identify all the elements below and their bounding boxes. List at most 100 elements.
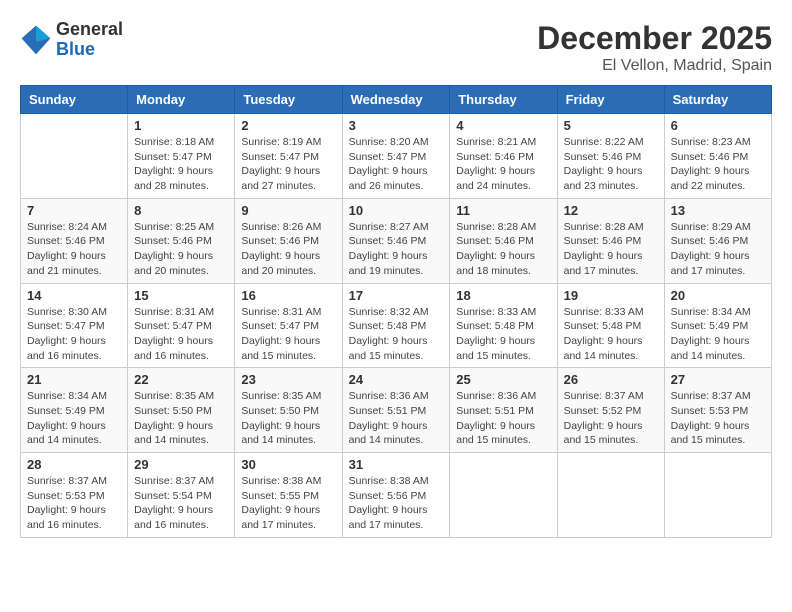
calendar-week-row: 1 Sunrise: 8:18 AM Sunset: 5:47 PM Daylig… — [21, 114, 772, 199]
day-number: 5 — [564, 118, 658, 133]
calendar-cell: 12 Sunrise: 8:28 AM Sunset: 5:46 PM Dayli… — [557, 198, 664, 283]
calendar-cell: 21Sunrise: 8:34 AM Sunset: 5:49 PM Dayli… — [21, 368, 128, 453]
calendar-header-thursday: Thursday — [450, 86, 557, 114]
calendar-week-row: 21Sunrise: 8:34 AM Sunset: 5:49 PM Dayli… — [21, 368, 772, 453]
calendar-cell: 8Sunrise: 8:25 AM Sunset: 5:46 PM Daylig… — [128, 198, 235, 283]
day-number: 21 — [27, 372, 121, 387]
day-number: 26 — [564, 372, 658, 387]
calendar-cell: 31 Sunrise: 8:38 AM Sunset: 5:56 PM Dayli… — [342, 453, 450, 538]
month-title: December 2025 — [537, 20, 772, 57]
day-info: Sunrise: 8:34 AM Sunset: 5:49 PM Dayligh… — [671, 305, 765, 364]
calendar-header-row: SundayMondayTuesdayWednesdayThursdayFrid… — [21, 86, 772, 114]
calendar-cell: 24Sunrise: 8:36 AM Sunset: 5:51 PM Dayli… — [342, 368, 450, 453]
calendar-cell: 19 Sunrise: 8:33 AM Sunset: 5:48 PM Dayli… — [557, 283, 664, 368]
day-number: 14 — [27, 288, 121, 303]
calendar-cell: 26 Sunrise: 8:37 AM Sunset: 5:52 PM Dayli… — [557, 368, 664, 453]
day-number: 31 — [349, 457, 444, 472]
calendar-cell — [21, 114, 128, 199]
calendar-cell: 6 Sunrise: 8:23 AM Sunset: 5:46 PM Daylig… — [664, 114, 771, 199]
day-number: 23 — [241, 372, 335, 387]
day-info: Sunrise: 8:19 AM Sunset: 5:47 PM Dayligh… — [241, 135, 335, 194]
calendar-cell: 20Sunrise: 8:34 AM Sunset: 5:49 PM Dayli… — [664, 283, 771, 368]
day-info: Sunrise: 8:24 AM Sunset: 5:46 PM Dayligh… — [27, 220, 121, 279]
day-number: 15 — [134, 288, 228, 303]
calendar-cell: 18 Sunrise: 8:33 AM Sunset: 5:48 PM Dayli… — [450, 283, 557, 368]
logo-line2: Blue — [56, 40, 123, 60]
day-number: 1 — [134, 118, 228, 133]
day-info: Sunrise: 8:33 AM Sunset: 5:48 PM Dayligh… — [456, 305, 550, 364]
calendar-cell: 1 Sunrise: 8:18 AM Sunset: 5:47 PM Daylig… — [128, 114, 235, 199]
calendar-cell: 22 Sunrise: 8:35 AM Sunset: 5:50 PM Dayli… — [128, 368, 235, 453]
day-info: Sunrise: 8:20 AM Sunset: 5:47 PM Dayligh… — [349, 135, 444, 194]
calendar-cell: 4Sunrise: 8:21 AM Sunset: 5:46 PM Daylig… — [450, 114, 557, 199]
calendar-header-saturday: Saturday — [664, 86, 771, 114]
day-info: Sunrise: 8:23 AM Sunset: 5:46 PM Dayligh… — [671, 135, 765, 194]
day-info: Sunrise: 8:28 AM Sunset: 5:46 PM Dayligh… — [564, 220, 658, 279]
day-info: Sunrise: 8:31 AM Sunset: 5:47 PM Dayligh… — [241, 305, 335, 364]
location-title: El Vellon, Madrid, Spain — [537, 57, 772, 75]
day-info: Sunrise: 8:37 AM Sunset: 5:53 PM Dayligh… — [27, 474, 121, 533]
day-number: 17 — [349, 288, 444, 303]
calendar-week-row: 7 Sunrise: 8:24 AM Sunset: 5:46 PM Daylig… — [21, 198, 772, 283]
calendar: SundayMondayTuesdayWednesdayThursdayFrid… — [20, 85, 772, 538]
calendar-header-tuesday: Tuesday — [235, 86, 342, 114]
header: General Blue December 2025 El Vellon, Ma… — [20, 20, 772, 75]
day-number: 4 — [456, 118, 550, 133]
day-info: Sunrise: 8:27 AM Sunset: 5:46 PM Dayligh… — [349, 220, 444, 279]
calendar-cell: 16 Sunrise: 8:31 AM Sunset: 5:47 PM Dayli… — [235, 283, 342, 368]
calendar-cell — [450, 453, 557, 538]
day-info: Sunrise: 8:38 AM Sunset: 5:55 PM Dayligh… — [241, 474, 335, 533]
day-number: 2 — [241, 118, 335, 133]
day-number: 27 — [671, 372, 765, 387]
day-number: 28 — [27, 457, 121, 472]
day-info: Sunrise: 8:29 AM Sunset: 5:46 PM Dayligh… — [671, 220, 765, 279]
day-info: Sunrise: 8:31 AM Sunset: 5:47 PM Dayligh… — [134, 305, 228, 364]
day-number: 19 — [564, 288, 658, 303]
calendar-cell: 23 Sunrise: 8:35 AM Sunset: 5:50 PM Dayli… — [235, 368, 342, 453]
calendar-cell: 13 Sunrise: 8:29 AM Sunset: 5:46 PM Dayli… — [664, 198, 771, 283]
day-info: Sunrise: 8:32 AM Sunset: 5:48 PM Dayligh… — [349, 305, 444, 364]
day-number: 3 — [349, 118, 444, 133]
day-info: Sunrise: 8:35 AM Sunset: 5:50 PM Dayligh… — [134, 389, 228, 448]
day-info: Sunrise: 8:37 AM Sunset: 5:54 PM Dayligh… — [134, 474, 228, 533]
day-number: 9 — [241, 203, 335, 218]
calendar-week-row: 14 Sunrise: 8:30 AM Sunset: 5:47 PM Dayli… — [21, 283, 772, 368]
logo: General Blue — [20, 20, 123, 60]
day-number: 22 — [134, 372, 228, 387]
day-number: 16 — [241, 288, 335, 303]
calendar-cell: 9 Sunrise: 8:26 AM Sunset: 5:46 PM Daylig… — [235, 198, 342, 283]
day-info: Sunrise: 8:26 AM Sunset: 5:46 PM Dayligh… — [241, 220, 335, 279]
day-number: 18 — [456, 288, 550, 303]
calendar-cell: 29 Sunrise: 8:37 AM Sunset: 5:54 PM Dayli… — [128, 453, 235, 538]
calendar-cell: 5 Sunrise: 8:22 AM Sunset: 5:46 PM Daylig… — [557, 114, 664, 199]
day-info: Sunrise: 8:28 AM Sunset: 5:46 PM Dayligh… — [456, 220, 550, 279]
day-info: Sunrise: 8:33 AM Sunset: 5:48 PM Dayligh… — [564, 305, 658, 364]
day-number: 8 — [134, 203, 228, 218]
calendar-cell: 11Sunrise: 8:28 AM Sunset: 5:46 PM Dayli… — [450, 198, 557, 283]
day-number: 10 — [349, 203, 444, 218]
day-number: 30 — [241, 457, 335, 472]
calendar-header-monday: Monday — [128, 86, 235, 114]
day-info: Sunrise: 8:18 AM Sunset: 5:47 PM Dayligh… — [134, 135, 228, 194]
day-number: 12 — [564, 203, 658, 218]
day-info: Sunrise: 8:30 AM Sunset: 5:47 PM Dayligh… — [27, 305, 121, 364]
calendar-cell: 28 Sunrise: 8:37 AM Sunset: 5:53 PM Dayli… — [21, 453, 128, 538]
calendar-cell: 2 Sunrise: 8:19 AM Sunset: 5:47 PM Daylig… — [235, 114, 342, 199]
calendar-cell: 15 Sunrise: 8:31 AM Sunset: 5:47 PM Dayli… — [128, 283, 235, 368]
day-info: Sunrise: 8:22 AM Sunset: 5:46 PM Dayligh… — [564, 135, 658, 194]
day-number: 7 — [27, 203, 121, 218]
day-number: 13 — [671, 203, 765, 218]
day-number: 29 — [134, 457, 228, 472]
calendar-cell: 7 Sunrise: 8:24 AM Sunset: 5:46 PM Daylig… — [21, 198, 128, 283]
day-number: 6 — [671, 118, 765, 133]
logo-line1: General — [56, 20, 123, 40]
day-info: Sunrise: 8:36 AM Sunset: 5:51 PM Dayligh… — [456, 389, 550, 448]
day-info: Sunrise: 8:37 AM Sunset: 5:52 PM Dayligh… — [564, 389, 658, 448]
calendar-header-friday: Friday — [557, 86, 664, 114]
logo-text: General Blue — [56, 20, 123, 60]
calendar-cell: 25Sunrise: 8:36 AM Sunset: 5:51 PM Dayli… — [450, 368, 557, 453]
day-number: 24 — [349, 372, 444, 387]
day-info: Sunrise: 8:38 AM Sunset: 5:56 PM Dayligh… — [349, 474, 444, 533]
day-info: Sunrise: 8:37 AM Sunset: 5:53 PM Dayligh… — [671, 389, 765, 448]
day-info: Sunrise: 8:35 AM Sunset: 5:50 PM Dayligh… — [241, 389, 335, 448]
